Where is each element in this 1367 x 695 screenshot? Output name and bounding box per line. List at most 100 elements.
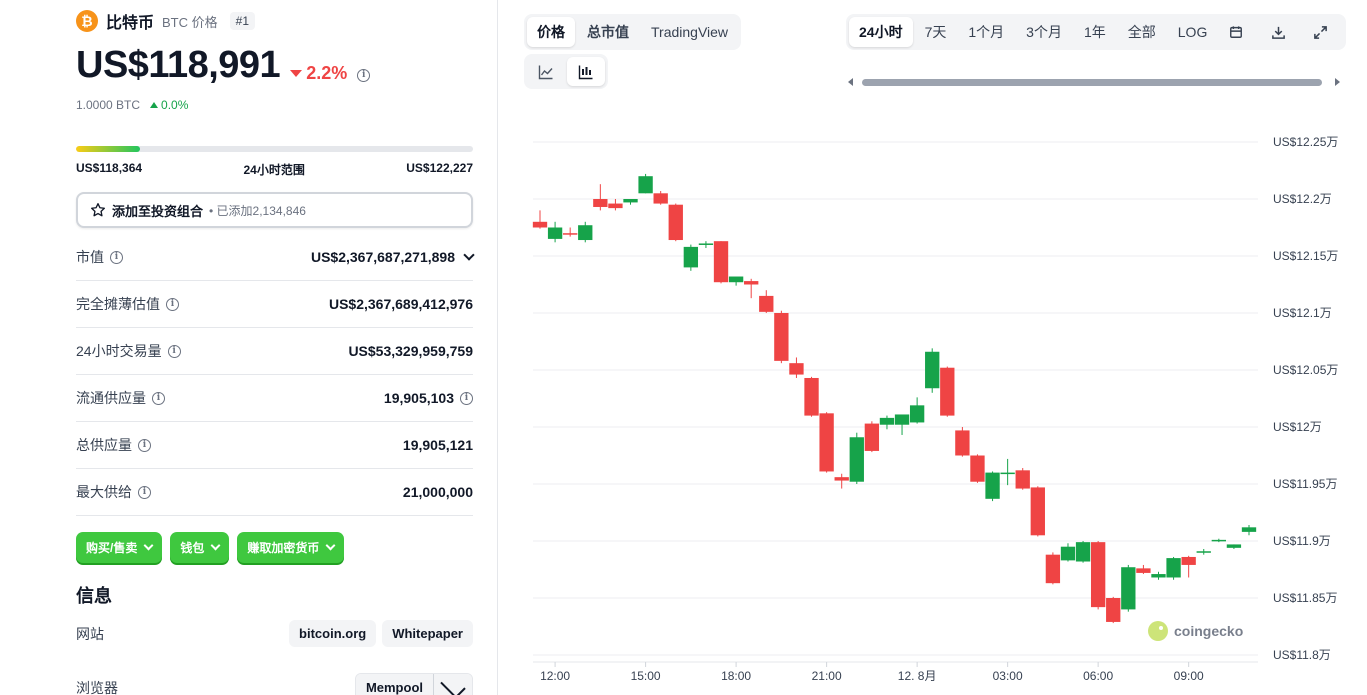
candle-down bbox=[653, 193, 668, 204]
y-tick-label: US$11.8万 bbox=[1273, 648, 1331, 662]
info-icon[interactable]: i bbox=[357, 68, 371, 82]
scroll-left-icon[interactable] bbox=[848, 78, 853, 86]
chart-horizontal-scrollbar[interactable] bbox=[846, 74, 1342, 90]
info-icon[interactable]: i bbox=[152, 391, 165, 405]
candle-down bbox=[970, 455, 985, 482]
range-log[interactable]: LOG bbox=[1168, 17, 1218, 47]
chart-style-tabs bbox=[524, 54, 608, 89]
range-label: 24小时范围 bbox=[243, 163, 305, 177]
info-icon[interactable]: i bbox=[138, 438, 151, 452]
candle-up bbox=[1121, 567, 1136, 610]
candle-up bbox=[925, 351, 940, 389]
line-chart-button[interactable] bbox=[527, 57, 565, 86]
btc-price-row: 1.0000 BTC 0.0% bbox=[76, 98, 188, 112]
price-change-value: 2.2% bbox=[306, 63, 348, 83]
website-row: 网站 bitcoin.org Whitepaper bbox=[76, 620, 473, 647]
info-icon[interactable]: i bbox=[167, 344, 181, 358]
x-tick-label: 03:00 bbox=[993, 669, 1023, 683]
x-tick-label: 09:00 bbox=[1174, 669, 1204, 683]
y-tick-label: US$12.25万 bbox=[1273, 135, 1338, 149]
coingecko-watermark: coingecko bbox=[1148, 621, 1243, 641]
buy-sell-button[interactable]: 购买/售卖 bbox=[76, 532, 163, 563]
stat-row-circulating-supply: 流通供应量 i 19,905,103 i bbox=[76, 375, 473, 422]
info-icon[interactable]: i bbox=[460, 391, 473, 405]
candle-down bbox=[1045, 554, 1061, 584]
caret-up-icon bbox=[150, 102, 159, 108]
coin-ticker-label: BTC 价格 bbox=[162, 14, 218, 30]
stat-label-wrap: 市值 i bbox=[76, 247, 123, 267]
market-cap-dropdown[interactable]: US$2,367,687,271,898 bbox=[311, 249, 475, 265]
x-tick-label: 12. 8月 bbox=[898, 669, 937, 683]
candle-up bbox=[1241, 527, 1257, 532]
explorer-link-mempool[interactable]: Mempool bbox=[355, 674, 433, 695]
website-link-bitcoin-org[interactable]: bitcoin.org bbox=[289, 620, 377, 647]
range-3m[interactable]: 3个月 bbox=[1016, 17, 1072, 47]
explorer-row: 浏览器 Mempool bbox=[76, 673, 473, 695]
price-candlestick-chart[interactable]: US$12.25万 US$12.2万 US$12.15万 US$12.1万 US$12.… bbox=[520, 130, 1367, 695]
scroll-right-icon[interactable] bbox=[1335, 78, 1340, 86]
range-7d[interactable]: 7天 bbox=[915, 17, 957, 47]
website-link-whitepaper[interactable]: Whitepaper bbox=[382, 620, 473, 647]
candle-up bbox=[1226, 544, 1242, 548]
rank-badge: #1 bbox=[229, 12, 255, 30]
btc-price: 1.0000 BTC bbox=[76, 98, 141, 112]
add-to-portfolio-button[interactable]: 添加至投资组合 • 已添加2,134,846 bbox=[76, 192, 473, 228]
candle-up bbox=[1000, 472, 1015, 475]
date-picker-button[interactable] bbox=[1219, 17, 1259, 47]
chevron-down-icon bbox=[143, 540, 154, 551]
range-all[interactable]: 全部 bbox=[1118, 17, 1166, 47]
candle-down bbox=[563, 233, 578, 235]
price-change-24h: 2.2% bbox=[290, 63, 347, 84]
stat-label: 市值 bbox=[76, 249, 104, 265]
stat-label: 最大供给 bbox=[76, 484, 132, 500]
tab-price[interactable]: 价格 bbox=[527, 17, 575, 47]
y-tick-label: US$12.2万 bbox=[1273, 192, 1332, 206]
candle-up bbox=[1060, 546, 1076, 561]
wallet-button[interactable]: 钱包 bbox=[170, 532, 230, 563]
candle-up bbox=[547, 227, 563, 239]
stat-label: 完全摊薄估值 bbox=[76, 296, 160, 312]
candle-down bbox=[532, 221, 548, 228]
add-to-portfolio-label: 添加至投资组合 bbox=[112, 203, 204, 219]
range-bar-24h bbox=[76, 146, 473, 152]
tab-market-cap[interactable]: 总市值 bbox=[577, 17, 639, 47]
range-1m[interactable]: 1个月 bbox=[958, 17, 1014, 47]
download-button[interactable] bbox=[1261, 17, 1301, 47]
wallet-label: 钱包 bbox=[180, 541, 205, 555]
info-icon[interactable]: i bbox=[166, 297, 179, 311]
website-label: 网站 bbox=[76, 625, 104, 642]
stat-label: 流通供应量 bbox=[76, 390, 146, 406]
candle-up bbox=[849, 437, 864, 482]
y-tick-label: US$12.15万 bbox=[1273, 249, 1338, 263]
y-tick-label: US$11.9万 bbox=[1273, 534, 1331, 548]
candle-down bbox=[940, 367, 955, 416]
explorer-dropdown-button[interactable] bbox=[433, 674, 472, 695]
y-tick-label: US$12.05万 bbox=[1273, 363, 1338, 377]
candlestick-chart-button[interactable] bbox=[567, 57, 605, 86]
tab-tradingview[interactable]: TradingView bbox=[641, 17, 738, 47]
stat-value: US$53,329,959,759 bbox=[348, 343, 473, 359]
candle-up bbox=[683, 246, 699, 268]
earn-crypto-button[interactable]: 赚取加密货币 bbox=[237, 532, 345, 563]
portfolio-added-count: • 已添加2,134,846 bbox=[209, 203, 306, 218]
candle-up bbox=[985, 472, 1000, 499]
range-labels: US$118,364 24小时范围 US$122,227 bbox=[76, 161, 473, 178]
fullscreen-button[interactable] bbox=[1303, 17, 1343, 47]
expand-icon bbox=[1314, 25, 1328, 39]
info-icon[interactable]: i bbox=[138, 485, 151, 499]
action-buttons: 购买/售卖 钱包 赚取加密货币 bbox=[76, 532, 345, 563]
range-24h[interactable]: 24小时 bbox=[849, 17, 913, 47]
candle-up bbox=[728, 276, 744, 283]
scroll-thumb[interactable] bbox=[862, 79, 1322, 86]
range-1y[interactable]: 1年 bbox=[1074, 17, 1116, 47]
stats-table: 市值 i US$2,367,687,271,898 完全摊薄估值 i US$2,36… bbox=[76, 234, 475, 516]
info-section-title: 信息 bbox=[76, 586, 112, 606]
candle-down bbox=[1181, 556, 1196, 565]
chevron-down-icon bbox=[463, 249, 475, 261]
candle-down bbox=[789, 363, 804, 375]
info-icon[interactable]: i bbox=[110, 250, 123, 264]
earn-crypto-label: 赚取加密货币 bbox=[247, 541, 320, 555]
stat-label-wrap: 最大供给 i bbox=[76, 482, 151, 502]
watermark-text: coingecko bbox=[1174, 623, 1244, 639]
stat-row-fdv: 完全摊薄估值 i US$2,367,689,412,976 bbox=[76, 281, 473, 328]
